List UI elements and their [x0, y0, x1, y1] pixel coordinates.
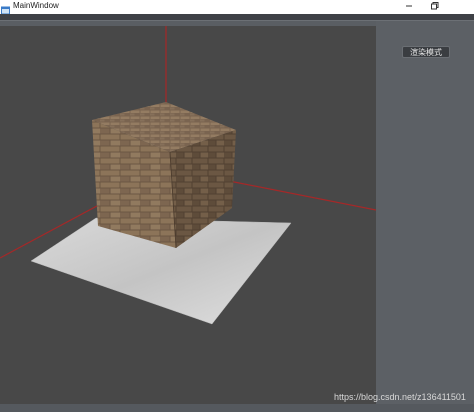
- render-mode-button[interactable]: 渲染模式: [402, 46, 450, 58]
- watermark-text: https://blog.csdn.net/z136411501: [334, 392, 466, 402]
- maximize-button[interactable]: [422, 0, 448, 12]
- toolbar-strip: [0, 14, 474, 21]
- app-window-icon: [1, 2, 10, 15]
- title-bar: MainWindow: [0, 0, 474, 15]
- side-panel: [376, 21, 474, 404]
- window-title: MainWindow: [13, 1, 59, 10]
- maximize-icon: [431, 2, 439, 10]
- opengl-viewport[interactable]: [0, 26, 376, 404]
- scene-render: [0, 26, 376, 325]
- minimize-icon: [406, 5, 412, 7]
- minimize-button[interactable]: [396, 0, 422, 12]
- status-bar: [0, 404, 474, 412]
